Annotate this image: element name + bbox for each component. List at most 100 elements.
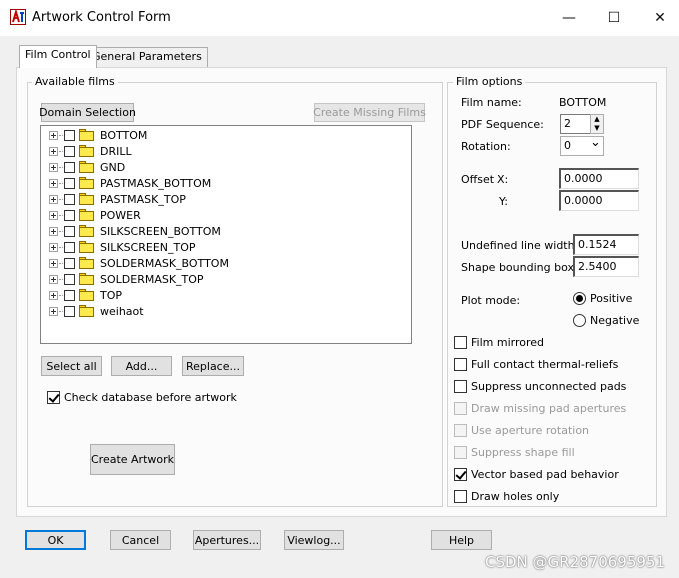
csdn-watermark: CSDN @GR2870695951: [484, 553, 665, 571]
plus-box-icon[interactable]: [49, 146, 58, 156]
film-tree[interactable]: BOTTOM DRILL GND PASTMASK_BOTTOM PASTMAS…: [40, 125, 412, 344]
check-database-row[interactable]: Check database before artwork: [47, 391, 237, 404]
tree-item[interactable]: SILKSCREEN_BOTTOM: [49, 223, 221, 239]
draw-missing-pad-apertures-label: Draw missing pad apertures: [471, 402, 627, 415]
spin-up-icon[interactable]: ▲: [591, 115, 603, 124]
plus-box-icon[interactable]: [49, 210, 58, 220]
plus-box-icon[interactable]: [49, 162, 58, 172]
film-label: PASTMASK_TOP: [100, 192, 186, 206]
apertures-button[interactable]: Apertures...: [193, 530, 261, 550]
tab-film-control[interactable]: Film Control: [19, 45, 97, 68]
tree-item[interactable]: PASTMASK_BOTTOM: [49, 175, 211, 191]
plot-mode-positive[interactable]: Positive: [573, 292, 632, 305]
select-all-button[interactable]: Select all: [41, 356, 102, 376]
suppress-shape-fill-checkbox: [454, 446, 467, 459]
offset-x-input[interactable]: 0.0000: [559, 168, 639, 189]
film-checkbox[interactable]: [64, 305, 75, 317]
tree-item[interactable]: weihaot: [49, 303, 144, 319]
negative-label: Negative: [590, 314, 640, 327]
film-label: SILKSCREEN_BOTTOM: [100, 224, 221, 238]
film-mirrored-checkbox[interactable]: [454, 336, 467, 349]
spin-down-icon[interactable]: ▼: [591, 124, 603, 133]
folder-icon: [79, 145, 94, 157]
rotation-select[interactable]: 0 ⌄: [560, 135, 604, 156]
tree-item[interactable]: BOTTOM: [49, 127, 147, 143]
add-button[interactable]: Add...: [111, 356, 172, 376]
minimize-button[interactable]: —: [557, 6, 581, 30]
undefined-line-width-input[interactable]: 0.1524: [573, 234, 639, 255]
vector-based-pad-behavior-row[interactable]: Vector based pad behavior: [454, 468, 619, 481]
use-aperture-rotation-row: Use aperture rotation: [454, 424, 589, 437]
offset-y-input[interactable]: 0.0000: [559, 190, 639, 211]
film-checkbox[interactable]: [64, 193, 75, 205]
film-checkbox[interactable]: [64, 257, 75, 269]
tree-item[interactable]: GND: [49, 159, 125, 175]
replace-button[interactable]: Replace...: [182, 356, 244, 376]
plus-box-icon[interactable]: [49, 290, 58, 300]
folder-icon: [79, 193, 94, 205]
plus-box-icon[interactable]: [49, 130, 58, 140]
ok-button[interactable]: OK: [25, 530, 86, 550]
film-checkbox[interactable]: [64, 129, 75, 141]
film-checkbox[interactable]: [64, 273, 75, 285]
plus-box-icon[interactable]: [49, 226, 58, 236]
suppress-unconnected-pads-row[interactable]: Suppress unconnected pads: [454, 380, 626, 393]
plus-box-icon[interactable]: [49, 178, 58, 188]
tree-item[interactable]: SOLDERMASK_BOTTOM: [49, 255, 229, 271]
film-mirrored-row[interactable]: Film mirrored: [454, 336, 544, 349]
close-button[interactable]: ✕: [648, 6, 672, 30]
tree-item[interactable]: POWER: [49, 207, 141, 223]
tab-general-parameters[interactable]: General Parameters: [86, 47, 208, 67]
film-checkbox[interactable]: [64, 161, 75, 173]
check-database-checkbox[interactable]: [47, 391, 60, 404]
draw-holes-only-checkbox[interactable]: [454, 490, 467, 503]
tree-item[interactable]: PASTMASK_TOP: [49, 191, 186, 207]
film-checkbox[interactable]: [64, 289, 75, 301]
film-checkbox[interactable]: [64, 225, 75, 237]
suppress-shape-fill-row: Suppress shape fill: [454, 446, 575, 459]
plus-box-icon[interactable]: [49, 242, 58, 252]
full-contact-thermal-reliefs-checkbox[interactable]: [454, 358, 467, 371]
available-films-legend: Available films: [32, 75, 118, 88]
domain-selection-button[interactable]: Domain Selection: [39, 103, 136, 122]
plus-box-icon[interactable]: [49, 306, 58, 316]
plus-box-icon[interactable]: [49, 274, 58, 284]
maximize-button[interactable]: ☐: [602, 6, 626, 30]
full-contact-thermal-reliefs-row[interactable]: Full contact thermal-reliefs: [454, 358, 618, 371]
film-checkbox[interactable]: [64, 145, 75, 157]
tree-item[interactable]: SILKSCREEN_TOP: [49, 239, 196, 255]
draw-holes-only-row[interactable]: Draw holes only: [454, 490, 559, 503]
film-checkbox[interactable]: [64, 209, 75, 221]
negative-radio[interactable]: [573, 314, 586, 327]
check-database-label: Check database before artwork: [64, 391, 237, 404]
draw-missing-pad-apertures-checkbox: [454, 402, 467, 415]
create-artwork-button[interactable]: Create Artwork: [90, 444, 175, 475]
shape-bounding-box-label: Shape bounding box:: [461, 261, 578, 274]
film-label: weihaot: [100, 304, 144, 318]
film-checkbox[interactable]: [64, 241, 75, 253]
shape-bounding-box-input[interactable]: 2.5400: [573, 256, 639, 277]
draw-holes-only-label: Draw holes only: [471, 490, 560, 503]
plot-mode-negative[interactable]: Negative: [573, 314, 639, 327]
pdf-sequence-input[interactable]: 2: [560, 114, 591, 134]
film-label: TOP: [100, 288, 123, 302]
film-checkbox[interactable]: [64, 177, 75, 189]
cancel-button[interactable]: Cancel: [110, 530, 171, 550]
film-options-legend: Film options: [453, 75, 526, 88]
vector-based-pad-behavior-checkbox[interactable]: [454, 468, 467, 481]
full-contact-thermal-reliefs-label: Full contact thermal-reliefs: [471, 358, 619, 371]
viewlog-button[interactable]: Viewlog...: [284, 530, 344, 550]
suppress-unconnected-pads-label: Suppress unconnected pads: [471, 380, 627, 393]
film-name-value: BOTTOM: [559, 96, 607, 109]
tree-item[interactable]: TOP: [49, 287, 122, 303]
help-button[interactable]: Help: [431, 530, 492, 550]
positive-radio[interactable]: [573, 292, 586, 305]
film-label: SOLDERMASK_BOTTOM: [100, 256, 229, 270]
pdf-sequence-spinner[interactable]: ▲ ▼: [590, 114, 604, 134]
suppress-unconnected-pads-checkbox[interactable]: [454, 380, 467, 393]
plus-box-icon[interactable]: [49, 258, 58, 268]
tree-item[interactable]: SOLDERMASK_TOP: [49, 271, 204, 287]
tree-item[interactable]: DRILL: [49, 143, 132, 159]
offset-label: Offset: [461, 173, 495, 186]
plus-box-icon[interactable]: [49, 194, 58, 204]
